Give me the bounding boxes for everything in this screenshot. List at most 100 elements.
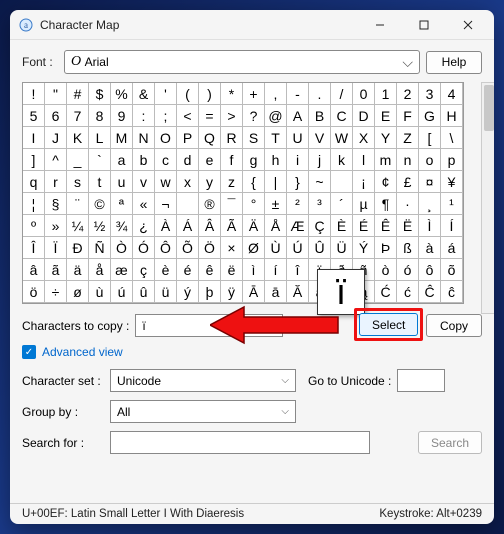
character-cell[interactable]: C xyxy=(331,105,353,127)
character-cell[interactable]: ÷ xyxy=(45,281,67,303)
character-cell[interactable]: H xyxy=(441,105,463,127)
character-cell[interactable]: º xyxy=(23,215,45,237)
character-cell[interactable]: K xyxy=(67,127,89,149)
character-cell[interactable]: T xyxy=(265,127,287,149)
character-cell[interactable]: Ā xyxy=(243,281,265,303)
character-cell[interactable]: ¿ xyxy=(133,215,155,237)
character-cell[interactable]: ® xyxy=(199,193,221,215)
character-cell[interactable]: â xyxy=(23,259,45,281)
character-cell[interactable]: + xyxy=(243,83,265,105)
character-cell[interactable]: 8 xyxy=(89,105,111,127)
close-button[interactable] xyxy=(446,10,490,40)
advanced-view-checkbox[interactable]: ✓ Advanced view xyxy=(22,345,482,359)
character-cell[interactable]: > xyxy=(221,105,243,127)
character-cell[interactable]: [ xyxy=(419,127,441,149)
groupby-select[interactable]: All ⌵ xyxy=(110,400,296,423)
character-cell[interactable]: g xyxy=(243,149,265,171)
character-cell[interactable]: m xyxy=(375,149,397,171)
character-cell[interactable]: æ xyxy=(111,259,133,281)
character-cell[interactable]: ; xyxy=(155,105,177,127)
character-cell[interactable]: % xyxy=(111,83,133,105)
character-cell[interactable]: @ xyxy=(265,105,287,127)
copy-button[interactable]: Copy xyxy=(426,314,482,337)
character-cell[interactable]: , xyxy=(265,83,287,105)
character-cell[interactable]: ± xyxy=(265,193,287,215)
character-cell[interactable]: n xyxy=(397,149,419,171)
character-cell[interactable]: ¯ xyxy=(221,193,243,215)
character-cell[interactable]: k xyxy=(331,149,353,171)
goto-unicode-input[interactable] xyxy=(397,369,445,392)
character-cell[interactable]: Þ xyxy=(375,237,397,259)
character-cell[interactable]: r xyxy=(45,171,67,193)
character-cell[interactable]: Â xyxy=(199,215,221,237)
character-cell[interactable]: ç xyxy=(133,259,155,281)
character-cell[interactable]: \ xyxy=(441,127,463,149)
character-cell[interactable]: Ò xyxy=(111,237,133,259)
character-cell[interactable]: þ xyxy=(199,281,221,303)
character-cell[interactable]: Ü xyxy=(331,237,353,259)
character-cell[interactable]: Ø xyxy=(243,237,265,259)
character-cell[interactable]: D xyxy=(353,105,375,127)
character-cell[interactable]: Z xyxy=(397,127,419,149)
character-cell[interactable]: Y xyxy=(375,127,397,149)
character-cell[interactable]: ¦ xyxy=(23,193,45,215)
character-cell[interactable]: b xyxy=(133,149,155,171)
character-cell[interactable]: å xyxy=(89,259,111,281)
character-cell[interactable]: & xyxy=(133,83,155,105)
character-cell[interactable]: 6 xyxy=(45,105,67,127)
character-cell[interactable]: ¶ xyxy=(375,193,397,215)
character-cell[interactable]: ~ xyxy=(309,171,331,193)
character-cell[interactable]: ¹ xyxy=(441,193,463,215)
character-cell[interactable]: e xyxy=(199,149,221,171)
character-cell[interactable]: t xyxy=(89,171,111,193)
character-cell[interactable]: ó xyxy=(397,259,419,281)
character-cell[interactable]: a xyxy=(111,149,133,171)
character-cell[interactable]: L xyxy=(89,127,111,149)
character-cell[interactable]: û xyxy=(133,281,155,303)
character-cell[interactable]: i xyxy=(287,149,309,171)
character-cell[interactable]: è xyxy=(155,259,177,281)
character-cell[interactable]: ø xyxy=(67,281,89,303)
character-cell[interactable]: v xyxy=(133,171,155,193)
character-cell[interactable]: Ý xyxy=(353,237,375,259)
character-cell[interactable]: Ù xyxy=(265,237,287,259)
character-cell[interactable]: Ï xyxy=(45,237,67,259)
character-cell[interactable]: Ã xyxy=(221,215,243,237)
character-cell[interactable]: W xyxy=(331,127,353,149)
character-cell[interactable]: © xyxy=(89,193,111,215)
minimize-button[interactable] xyxy=(358,10,402,40)
character-cell[interactable]: § xyxy=(45,193,67,215)
character-cell[interactable]: ò xyxy=(375,259,397,281)
character-cell[interactable]: 0 xyxy=(353,83,375,105)
character-cell[interactable]: É xyxy=(353,215,375,237)
character-cell[interactable]: P xyxy=(177,127,199,149)
character-cell[interactable]: « xyxy=(133,193,155,215)
character-cell[interactable]: á xyxy=(441,237,463,259)
character-cell[interactable]: q xyxy=(23,171,45,193)
character-cell[interactable]: Ă xyxy=(287,281,309,303)
character-cell[interactable]: y xyxy=(199,171,221,193)
character-cell[interactable]: ¸ xyxy=(419,193,441,215)
character-cell[interactable]: : xyxy=(133,105,155,127)
character-cell[interactable]: d xyxy=(177,149,199,171)
character-cell[interactable]: A xyxy=(287,105,309,127)
character-cell[interactable]: ê xyxy=(199,259,221,281)
character-cell[interactable]: ? xyxy=(243,105,265,127)
character-cell[interactable]: ú xyxy=(111,281,133,303)
character-cell[interactable]: À xyxy=(155,215,177,237)
character-cell[interactable]: ! xyxy=(23,83,45,105)
character-cell[interactable]: { xyxy=(243,171,265,193)
character-cell[interactable]: Í xyxy=(441,215,463,237)
character-cell[interactable]: ² xyxy=(287,193,309,215)
character-cell[interactable]: p xyxy=(441,149,463,171)
character-cell[interactable]: S xyxy=(243,127,265,149)
character-cell[interactable]: w xyxy=(155,171,177,193)
scrollbar-thumb[interactable] xyxy=(484,85,494,131)
character-cell[interactable]: Ö xyxy=(199,237,221,259)
character-cell[interactable]: × xyxy=(221,237,243,259)
character-cell[interactable]: ć xyxy=(397,281,419,303)
character-cell[interactable]: M xyxy=(111,127,133,149)
character-cell[interactable]: $ xyxy=(89,83,111,105)
character-cell[interactable]: ÿ xyxy=(221,281,243,303)
character-cell[interactable]: È xyxy=(331,215,353,237)
